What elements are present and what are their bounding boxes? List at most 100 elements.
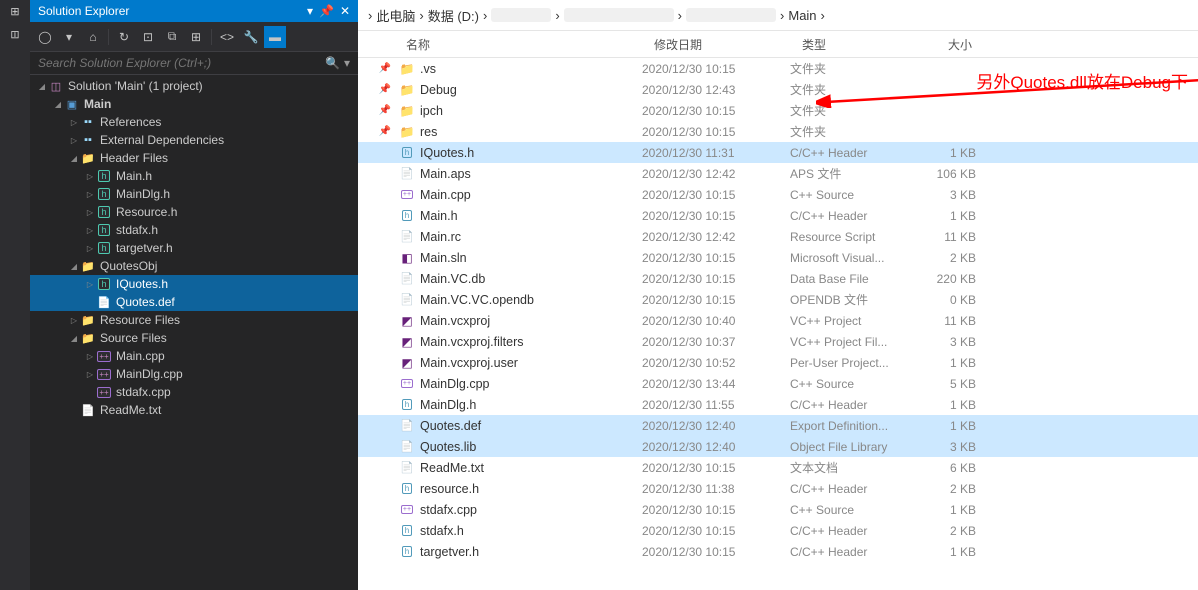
close-icon[interactable]: ✕ <box>340 4 350 18</box>
tree-item[interactable]: ▪▪References <box>30 113 358 131</box>
search-input[interactable] <box>38 56 321 70</box>
tree-item[interactable]: 📄Quotes.def <box>30 293 358 311</box>
tree-arrow-icon[interactable] <box>68 315 80 325</box>
code-icon[interactable]: <> <box>216 26 238 48</box>
tree-arrow-icon[interactable] <box>84 243 96 253</box>
breadcrumb-item[interactable]: 数据 (D:) <box>428 6 479 25</box>
gutter-tab[interactable]: ⊟ <box>1 24 29 46</box>
h-icon: h <box>398 145 416 161</box>
tree-arrow-icon[interactable] <box>84 171 96 181</box>
header-date[interactable]: 修改日期 <box>646 36 794 53</box>
tree-arrow-icon[interactable] <box>84 207 96 217</box>
tree-arrow-icon[interactable] <box>68 333 80 343</box>
tree-item[interactable]: MainDlg.cpp <box>30 365 358 383</box>
tree-arrow-icon[interactable] <box>84 279 96 289</box>
file-row[interactable]: 📌ipch2020/12/30 10:15文件夹 <box>358 100 1198 121</box>
tree-item[interactable]: stdafx.h <box>30 221 358 239</box>
file-type: C++ Source <box>790 188 908 202</box>
file-date: 2020/12/30 10:15 <box>642 125 790 139</box>
file-type: 文件夹 <box>790 81 908 98</box>
tree-arrow-icon[interactable] <box>84 225 96 235</box>
file-row[interactable]: Quotes.lib2020/12/30 12:40Object File Li… <box>358 436 1198 457</box>
file-row[interactable]: htargetver.h2020/12/30 10:15C/C++ Header… <box>358 541 1198 562</box>
home-icon[interactable]: ⌂ <box>82 26 104 48</box>
header-name[interactable]: 名称 <box>398 36 646 53</box>
tree-item[interactable]: ReadMe.txt <box>30 401 358 419</box>
file-row[interactable]: ReadMe.txt2020/12/30 10:15文本文档6 KB <box>358 457 1198 478</box>
tree-item[interactable]: IQuotes.h <box>30 275 358 293</box>
tree-arrow-icon[interactable] <box>52 99 64 109</box>
pin-icon[interactable]: 📌 <box>319 4 334 18</box>
solution-tree[interactable]: ◫Solution 'Main' (1 project)▣Main▪▪Refer… <box>30 75 358 590</box>
tree-item[interactable]: Main.cpp <box>30 347 358 365</box>
solution-toolbar: ◯ ▾ ⌂ ↻ ⊡ ⧉ ⊞ <> 🔧 ▬ <box>30 22 358 52</box>
column-headers[interactable]: 名称 修改日期 类型 大小 <box>358 30 1198 58</box>
dropdown-icon[interactable]: ▾ <box>307 4 313 18</box>
copy-icon[interactable]: ⧉ <box>161 26 183 48</box>
file-row[interactable]: hstdafx.h2020/12/30 10:15C/C++ Header2 K… <box>358 520 1198 541</box>
file-row[interactable]: hMain.h2020/12/30 10:15C/C++ Header1 KB <box>358 205 1198 226</box>
tree-item[interactable]: MainDlg.h <box>30 185 358 203</box>
tree-item[interactable]: Main.h <box>30 167 358 185</box>
file-row[interactable]: 📌Debug2020/12/30 12:43文件夹 <box>358 79 1198 100</box>
file-row[interactable]: Main.VC.db2020/12/30 10:15Data Base File… <box>358 268 1198 289</box>
breadcrumb-item[interactable]: Main <box>788 8 816 23</box>
file-row[interactable]: hresource.h2020/12/30 11:38C/C++ Header2… <box>358 478 1198 499</box>
file-list[interactable]: 📌.vs2020/12/30 10:15文件夹📌Debug2020/12/30 … <box>358 58 1198 590</box>
file-row[interactable]: 📌res2020/12/30 10:15文件夹 <box>358 121 1198 142</box>
refresh-icon[interactable]: ↻ <box>113 26 135 48</box>
tree-item[interactable]: stdafx.cpp <box>30 383 358 401</box>
file-row[interactable]: hMainDlg.h2020/12/30 11:55C/C++ Header1 … <box>358 394 1198 415</box>
tree-item[interactable]: ▪▪External Dependencies <box>30 131 358 149</box>
showall-icon[interactable]: ⊞ <box>185 26 207 48</box>
header-size[interactable]: 大小 <box>912 36 980 53</box>
h-icon <box>96 240 112 256</box>
forward-icon[interactable]: ▾ <box>58 26 80 48</box>
tree-arrow-icon[interactable] <box>84 189 96 199</box>
file-row[interactable]: ++MainDlg.cpp2020/12/30 13:44C++ Source5… <box>358 373 1198 394</box>
search-dropdown-icon[interactable]: ▾ <box>344 56 350 70</box>
tree-item-label: Resource.h <box>116 205 177 219</box>
tree-item[interactable]: Source Files <box>30 329 358 347</box>
properties-icon[interactable]: ▬ <box>264 26 286 48</box>
tree-arrow-icon[interactable] <box>84 369 96 379</box>
tree-item[interactable]: ◫Solution 'Main' (1 project) <box>30 77 358 95</box>
tree-item[interactable]: targetver.h <box>30 239 358 257</box>
tree-arrow-icon[interactable] <box>36 81 48 91</box>
file-row[interactable]: Main.sln2020/12/30 10:15Microsoft Visual… <box>358 247 1198 268</box>
sync-icon[interactable]: ⊡ <box>137 26 159 48</box>
search-icon[interactable]: 🔍 <box>325 56 340 70</box>
file-date: 2020/12/30 10:40 <box>642 314 790 328</box>
header-type[interactable]: 类型 <box>794 36 912 53</box>
wrench-icon[interactable]: 🔧 <box>240 26 262 48</box>
solution-search[interactable]: 🔍 ▾ <box>30 52 358 75</box>
gutter-tab[interactable]: ⊞ <box>1 1 29 23</box>
tree-item-label: Main.cpp <box>116 349 165 363</box>
file-row[interactable]: 📌.vs2020/12/30 10:15文件夹 <box>358 58 1198 79</box>
file-row[interactable]: ++stdafx.cpp2020/12/30 10:15C++ Source1 … <box>358 499 1198 520</box>
file-row[interactable]: Main.vcxproj.user2020/12/30 10:52Per-Use… <box>358 352 1198 373</box>
tree-item[interactable]: Header Files <box>30 149 358 167</box>
tree-item-label: References <box>100 115 161 129</box>
tree-item[interactable]: Resource.h <box>30 203 358 221</box>
file-icon <box>398 229 416 245</box>
tree-arrow-icon[interactable] <box>68 117 80 127</box>
file-row[interactable]: Main.vcxproj2020/12/30 10:40VC++ Project… <box>358 310 1198 331</box>
tree-arrow-icon[interactable] <box>84 351 96 361</box>
file-row[interactable]: hIQuotes.h2020/12/30 11:31C/C++ Header1 … <box>358 142 1198 163</box>
breadcrumb-item[interactable]: 此电脑 <box>376 6 415 25</box>
tree-item[interactable]: Resource Files <box>30 311 358 329</box>
file-row[interactable]: Main.aps2020/12/30 12:42APS 文件106 KB <box>358 163 1198 184</box>
tree-arrow-icon[interactable] <box>68 261 80 271</box>
tree-item[interactable]: QuotesObj <box>30 257 358 275</box>
file-row[interactable]: Main.VC.VC.opendb2020/12/30 10:15OPENDB … <box>358 289 1198 310</box>
file-row[interactable]: Main.rc2020/12/30 12:42Resource Script11… <box>358 226 1198 247</box>
file-row[interactable]: Quotes.def2020/12/30 12:40Export Definit… <box>358 415 1198 436</box>
back-icon[interactable]: ◯ <box>34 26 56 48</box>
file-row[interactable]: ++Main.cpp2020/12/30 10:15C++ Source3 KB <box>358 184 1198 205</box>
tree-arrow-icon[interactable] <box>68 153 80 163</box>
tree-item[interactable]: ▣Main <box>30 95 358 113</box>
tree-arrow-icon[interactable] <box>68 135 80 145</box>
breadcrumb[interactable]: › 此电脑 › 数据 (D:) › › › › Main › <box>358 0 1198 30</box>
file-row[interactable]: Main.vcxproj.filters2020/12/30 10:37VC++… <box>358 331 1198 352</box>
